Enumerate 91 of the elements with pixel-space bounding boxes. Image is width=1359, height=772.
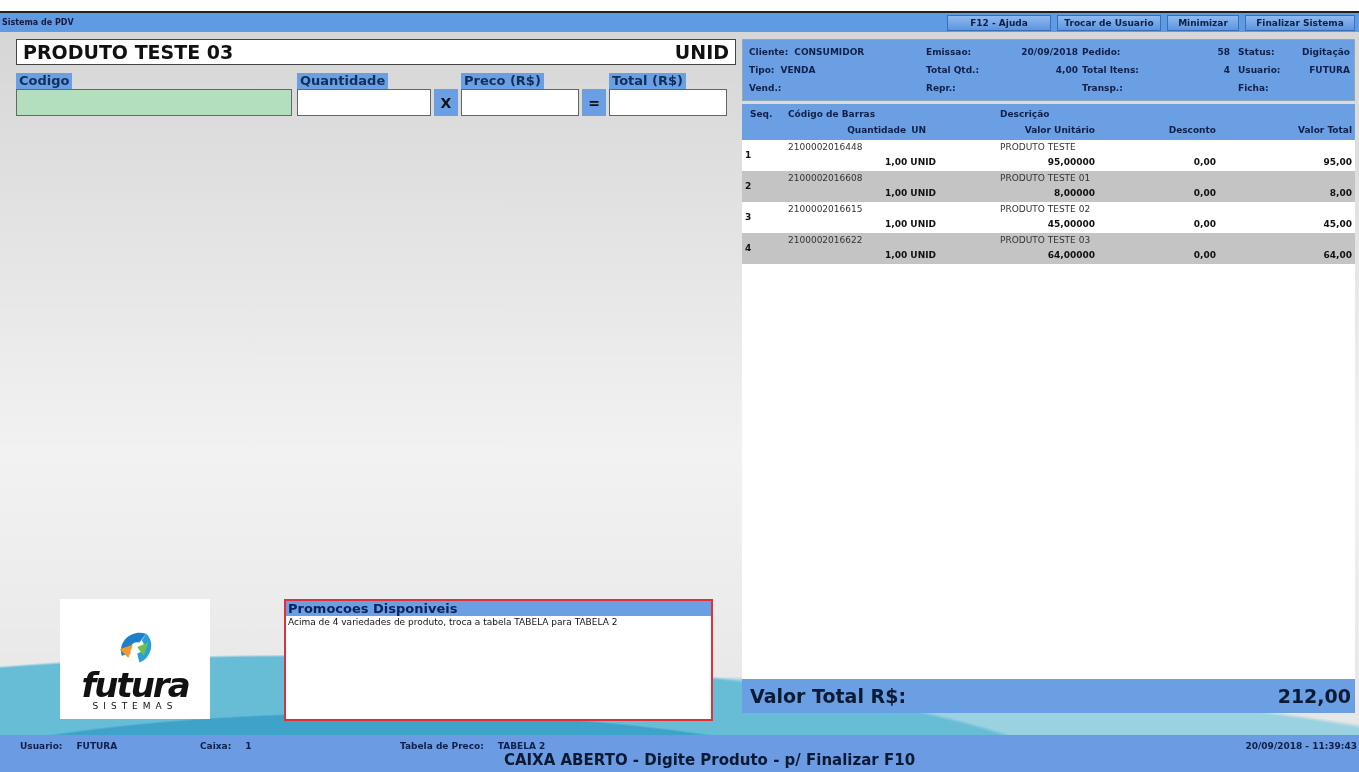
info-label: Total Qtd.: xyxy=(926,65,980,75)
table-cell-text: 0,00 xyxy=(1192,156,1217,169)
input-field[interactable] xyxy=(609,89,727,116)
date-time: 20/09/2018 - 11:39:43 xyxy=(1245,741,1358,751)
table-cell-text: 2100002016615 xyxy=(787,203,864,216)
table-cell-text: 64,00 xyxy=(1322,249,1353,262)
table-cell-text: 3 xyxy=(744,211,753,224)
table-cell-text: 45,00 xyxy=(1322,218,1353,231)
info-value: 58 xyxy=(1217,47,1230,57)
info-label: Total Itens: xyxy=(1082,65,1139,75)
table-cell-text: PRODUTO TESTE 03 xyxy=(1000,234,1092,247)
info-label: Repr.: xyxy=(926,83,956,93)
table-cell-text: 1,00 UNID xyxy=(884,187,937,200)
table-cell-text: 1,00 UNID xyxy=(884,156,937,169)
toolbar-button[interactable]: Trocar de Usuario xyxy=(1057,14,1161,31)
column-header: Descrição xyxy=(1000,108,1051,121)
field-label: Quantidade xyxy=(297,73,389,89)
info-label: Usuario: xyxy=(1238,65,1281,75)
field-label: Preco (R$) xyxy=(461,73,544,89)
status-value: TABELA 2 xyxy=(497,741,546,751)
field-label: Codigo xyxy=(16,73,73,89)
product-name: PRODUTO TESTE 03 xyxy=(23,41,234,63)
column-header: Seq. xyxy=(749,108,774,121)
column-header: Valor Total xyxy=(1297,124,1353,137)
column-header: Valor Unitário xyxy=(1023,124,1095,137)
column-header: Quantidade xyxy=(847,124,907,137)
info-value: Digitação xyxy=(1301,47,1350,57)
status-message: CAIXA ABERTO - Digite Produto - p/ Finalizar F10 xyxy=(502,751,917,769)
table-cell-text: 4 xyxy=(744,242,753,255)
info-value: CONSUMIDOR xyxy=(794,47,865,57)
product-unit: UNID xyxy=(674,41,729,63)
table-cell-text: 95,00000 xyxy=(1046,156,1095,169)
info-label: Ficha: xyxy=(1238,83,1269,93)
info-value: 20/09/2018 xyxy=(1021,47,1078,57)
table-cell-text: 0,00 xyxy=(1192,218,1217,231)
promotion-text: Acima de 4 variedades de produto, troca a tabela TABELA para TABELA 2 xyxy=(287,616,619,628)
toolbar-button[interactable]: Minimizar xyxy=(1167,14,1239,31)
table-cell-text: PRODUTO TESTE xyxy=(1000,141,1077,154)
status-label: Usuario: xyxy=(20,741,63,751)
info-label: Status: xyxy=(1238,47,1275,57)
info-label: Tipo: xyxy=(749,65,775,75)
status-label: Caixa: xyxy=(200,741,232,751)
table-row[interactable]: 4 2100002016622 PRODUTO TESTE 03 1,00 UNID 64,00000 0,00 64,00 xyxy=(742,233,1355,264)
status-value: 1 xyxy=(245,741,252,751)
info-value: VENDA xyxy=(780,65,816,75)
input-field[interactable] xyxy=(461,89,579,116)
field-label: Total (R$) xyxy=(609,73,686,89)
logo-tagline: SISTEMAS xyxy=(92,701,178,711)
info-label: Emissao: xyxy=(926,47,972,57)
info-label: Pedido: xyxy=(1082,47,1121,57)
total-label: Valor Total R$: xyxy=(750,685,906,707)
table-cell-text: 1,00 UNID xyxy=(884,218,937,231)
window-title: Sistema de PDV xyxy=(2,18,74,27)
column-header: UN xyxy=(911,124,926,137)
status-label: Tabela de Preco: xyxy=(400,741,484,751)
input-field[interactable] xyxy=(297,89,431,116)
column-header: Código de Barras xyxy=(787,108,876,121)
panel-title: Promocoes Disponiveis xyxy=(286,601,711,616)
table-cell-text: 45,00000 xyxy=(1046,218,1095,231)
table-cell-text: 2100002016622 xyxy=(787,234,864,247)
toolbar-button[interactable]: F12 - Ajuda xyxy=(947,14,1051,31)
table-cell-text: 8,00000 xyxy=(1053,187,1095,200)
info-value: 4 xyxy=(1223,65,1230,75)
table-cell-text: 1,00 UNID xyxy=(884,249,937,262)
table-cell-text: 95,00 xyxy=(1322,156,1353,169)
table-cell-text: 0,00 xyxy=(1192,249,1217,262)
table-cell-text: 64,00000 xyxy=(1046,249,1095,262)
info-label: Transp.: xyxy=(1082,83,1123,93)
info-value: FUTURA xyxy=(1309,65,1350,75)
input-field[interactable] xyxy=(16,89,292,116)
table-row[interactable]: 1 2100002016448 PRODUTO TESTE 1,00 UNID 95,00000 0,00 95,00 xyxy=(742,140,1355,171)
table-row[interactable]: 2 2100002016608 PRODUTO TESTE 01 1,00 UNID 8,00000 0,00 8,00 xyxy=(742,171,1355,202)
toolbar-button[interactable]: Finalizar Sistema xyxy=(1245,14,1355,31)
table-cell-text: PRODUTO TESTE 02 xyxy=(1000,203,1092,216)
table-cell-text: 0,00 xyxy=(1192,187,1217,200)
table-cell-text: 1 xyxy=(744,149,753,162)
table-row[interactable]: 3 2100002016615 PRODUTO TESTE 02 1,00 UNID 45,00000 0,00 45,00 xyxy=(742,202,1355,233)
table-cell-text: 2100002016448 xyxy=(787,141,864,154)
info-value: 4,00 xyxy=(1055,65,1078,75)
total-value: 212,00 xyxy=(1277,685,1351,707)
table-cell-text: 2 xyxy=(744,180,753,193)
table-cell-text: 2100002016608 xyxy=(787,172,864,185)
table-cell-text: 8,00 xyxy=(1328,187,1353,200)
status-value: FUTURA xyxy=(76,741,118,751)
info-label: Cliente: xyxy=(749,47,789,57)
table-cell-text: PRODUTO TESTE 01 xyxy=(1000,172,1092,185)
operator-sign: = xyxy=(582,89,606,116)
column-header: Desconto xyxy=(1167,124,1217,137)
info-label: Vend.: xyxy=(749,83,782,93)
operator-sign: X xyxy=(434,89,458,116)
logo-name: futura xyxy=(81,669,189,701)
